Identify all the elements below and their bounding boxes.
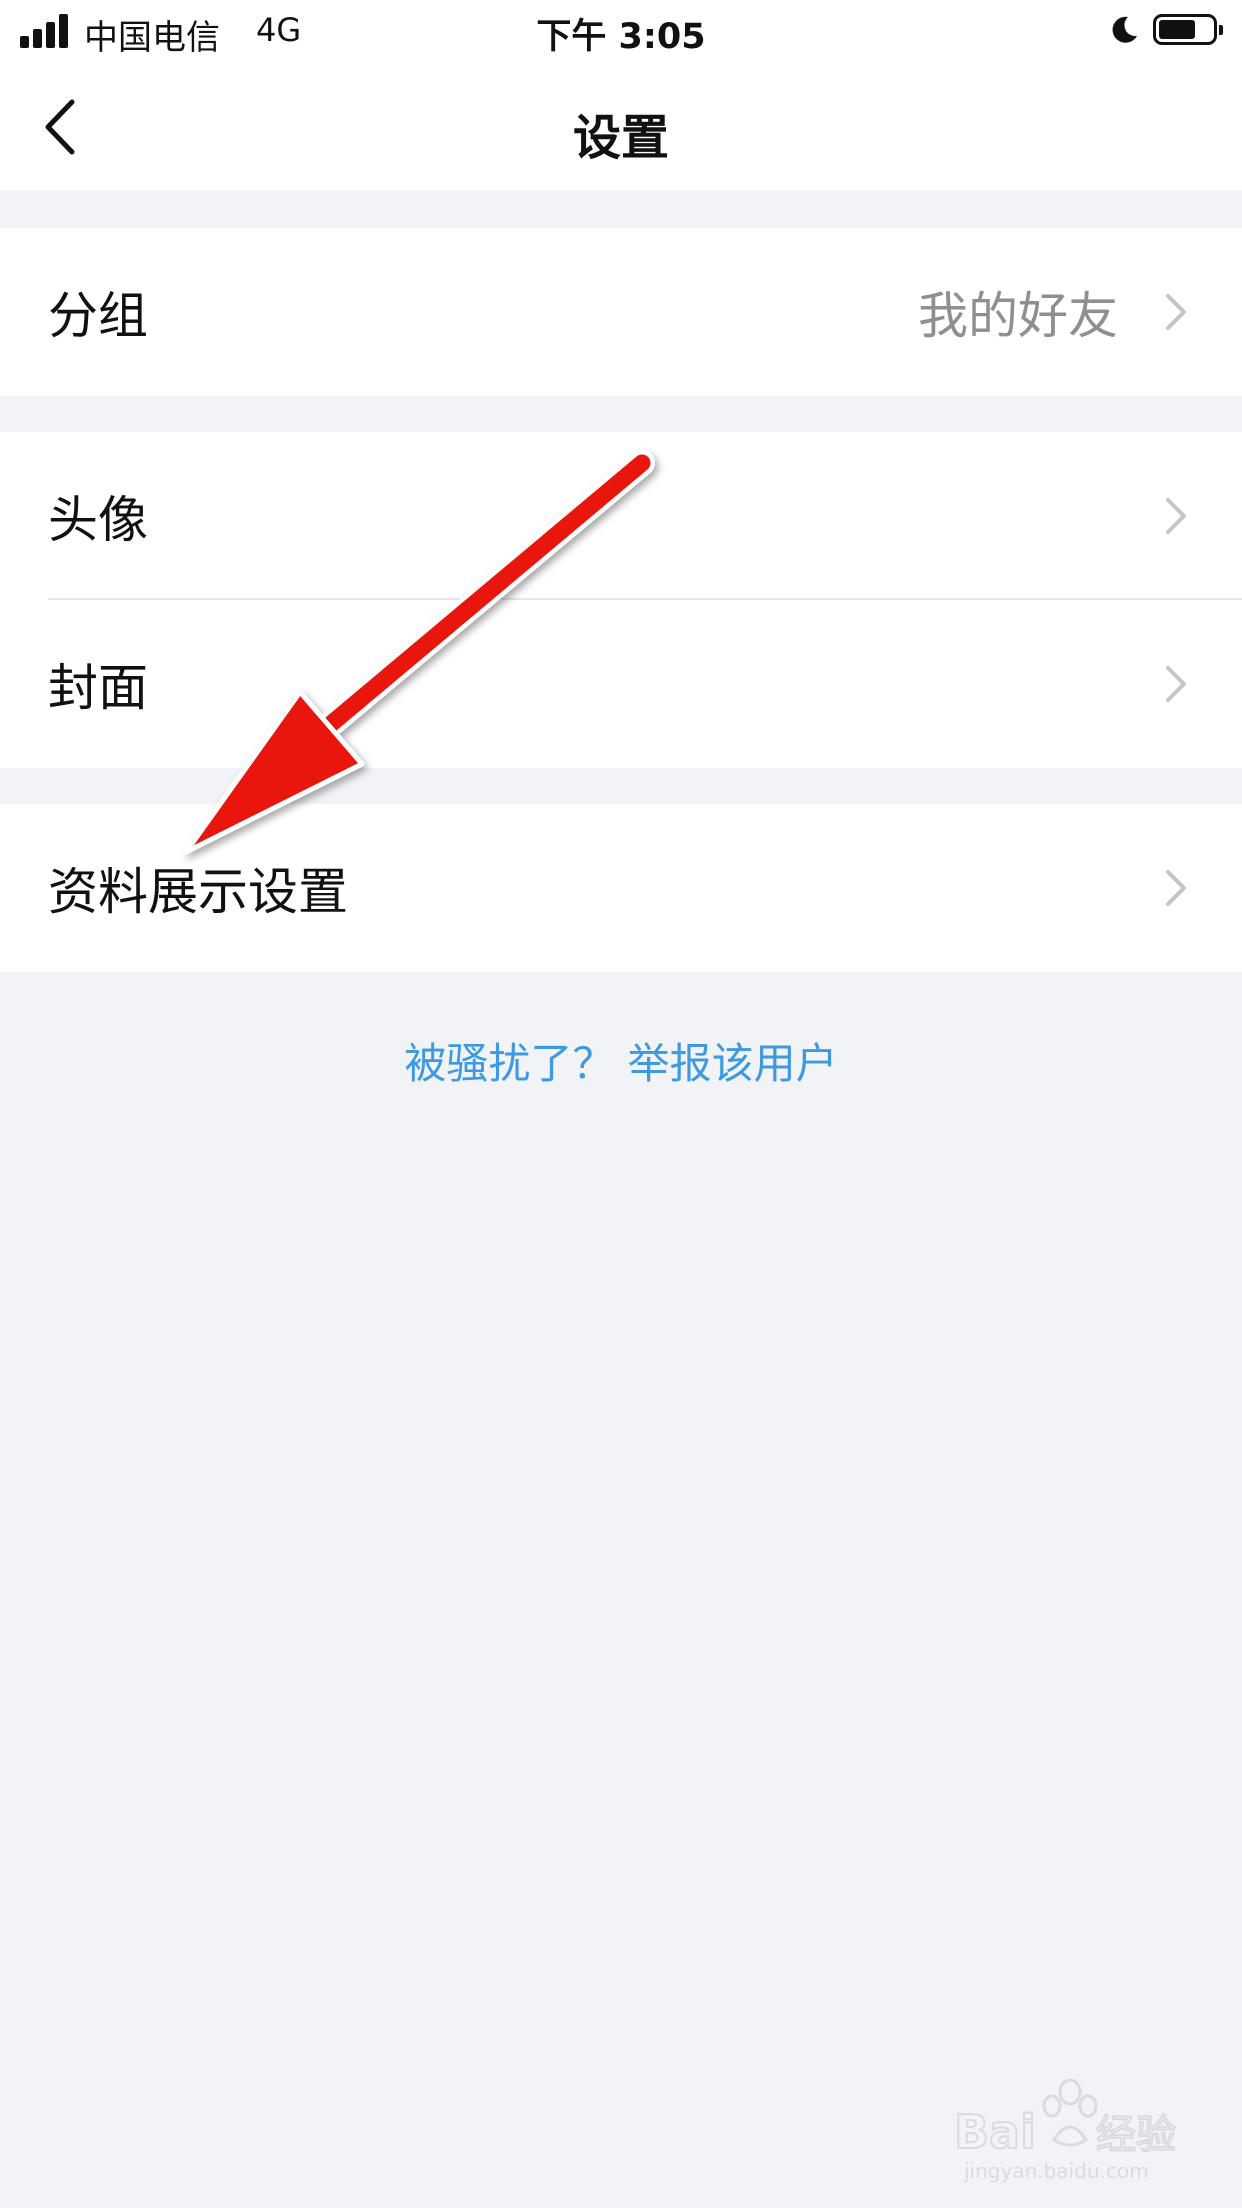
page-title: 设置: [572, 110, 669, 166]
row-label-cover: 封面: [48, 659, 148, 717]
settings-row-avatar[interactable]: 头像: [0, 432, 1242, 600]
chevron-right-icon: [1166, 294, 1186, 330]
row-label-group: 分组: [48, 287, 148, 345]
battery-icon: [1153, 14, 1223, 45]
row-label-avatar: 头像: [48, 491, 148, 549]
chevron-right-icon: [1166, 666, 1186, 702]
row-label-profile-display: 资料展示设置: [48, 863, 348, 921]
moon-icon: [1112, 16, 1137, 43]
svg-text:Bai: Bai: [954, 2105, 1036, 2159]
status-time: 下午 3:05: [536, 17, 706, 57]
settings-row-cover[interactable]: 封面: [0, 600, 1242, 768]
battery-level: [1159, 20, 1195, 39]
chevron-right-icon: [1166, 498, 1186, 534]
settings-row-profile-display[interactable]: 资料展示设置: [0, 804, 1242, 972]
chevron-right-icon: [1166, 870, 1186, 906]
baidu-jingyan-watermark: Bai 经验 jingyan.baidu.com: [953, 2078, 1177, 2183]
settings-row-group[interactable]: 分组 我的好友: [0, 228, 1242, 396]
row-value-group: 我的好友: [918, 287, 1118, 345]
nav-bar: 设置: [0, 62, 1242, 190]
status-bar: 中国电信 4G 下午 3:05: [0, 0, 1242, 62]
report-user-link[interactable]: 被骚扰了？ 举报该用户: [0, 1030, 1242, 1091]
svg-text:经验: 经验: [1096, 2112, 1176, 2158]
svg-text:jingyan.baidu.com: jingyan.baidu.com: [963, 2159, 1149, 2183]
